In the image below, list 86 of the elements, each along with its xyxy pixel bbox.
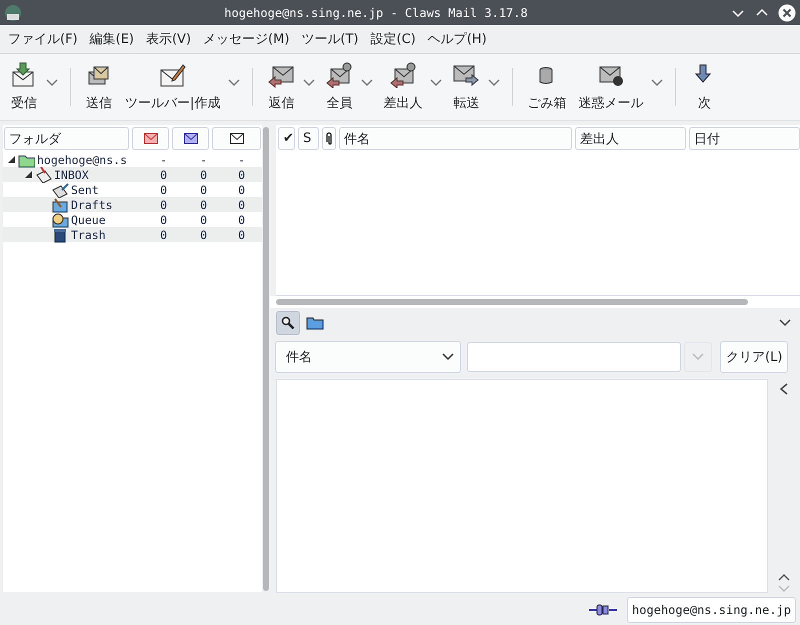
count-cell-text: -: [199, 152, 208, 166]
folder-name[interactable]: INBOX: [54, 168, 89, 182]
chevron-left-icon[interactable]: [779, 383, 789, 395]
caret-icon[interactable]: [651, 79, 664, 87]
column-header[interactable]: S: [298, 127, 319, 150]
menu-item[interactable]: ツール(T): [295, 30, 364, 48]
count-cell-text: 0: [199, 168, 208, 182]
count-cell-text: 0: [159, 198, 168, 212]
count-cell-text: 0: [199, 198, 208, 212]
plug-icon[interactable]: [589, 604, 618, 616]
count-cell-text: 0: [237, 198, 246, 212]
envelope-reply-icon: [325, 62, 354, 88]
caret-icon[interactable]: [303, 79, 316, 87]
paperclip-icon: [324, 132, 333, 145]
search-toggle-button[interactable]: [276, 311, 300, 335]
envelope-reply-icon: [388, 62, 417, 88]
chevron-down-icon: [442, 353, 454, 361]
toolbar-button[interactable]: ごみ箱: [521, 62, 572, 112]
count-cell-text: 0: [199, 182, 208, 196]
mail-icon: [230, 133, 244, 144]
column-header[interactable]: [322, 127, 336, 150]
close-button[interactable]: [778, 4, 796, 22]
column-header[interactable]: [172, 127, 209, 150]
menu-item[interactable]: 編集(E): [84, 30, 140, 48]
count-cell-text: 0: [159, 182, 168, 196]
count-cell-text: 0: [159, 228, 168, 242]
toolbar-button[interactable]: 差出人: [377, 62, 428, 112]
count-cell-text: 0: [159, 212, 168, 226]
column-header[interactable]: フォルダ: [4, 127, 129, 150]
folder-pencil-icon: [52, 196, 69, 212]
menu-item[interactable]: ファイル(F): [2, 30, 84, 48]
count-cell-text: 0: [159, 168, 168, 182]
menu-item[interactable]: ヘルプ(H): [422, 30, 493, 48]
caret-icon[interactable]: [46, 79, 58, 87]
folder-name[interactable]: Queue: [71, 212, 106, 226]
toolbar-button[interactable]: 迷惑メール: [572, 62, 650, 112]
clear-button[interactable]: クリア(L): [720, 341, 788, 373]
menu-item[interactable]: メッセージ(M): [197, 30, 296, 48]
window-title: hogehoge@ns.sing.ne.jp - Claws Mail 3.17.8: [223, 6, 529, 20]
expander-icon[interactable]: [8, 156, 15, 163]
expander-icon[interactable]: [25, 171, 32, 178]
scrollbar[interactable]: [263, 127, 269, 591]
search-type-dropdown[interactable]: 件名: [275, 341, 461, 373]
new-mail-icon: [144, 133, 158, 144]
chevron-down-icon: [692, 353, 704, 361]
envelope-pencil-icon: [158, 62, 187, 88]
toolbar-button[interactable]: 全員: [319, 62, 360, 112]
column-header[interactable]: [212, 127, 261, 150]
count-cell-text: 0: [237, 228, 246, 242]
menu-item[interactable]: 表示(V): [140, 30, 198, 48]
caret-icon[interactable]: [488, 79, 500, 87]
folder-name[interactable]: hogehoge@ns.s: [37, 152, 128, 166]
toolbar-button[interactable]: 次: [684, 62, 724, 112]
folder-name[interactable]: Drafts: [71, 198, 113, 212]
caret-icon[interactable]: [430, 79, 442, 87]
count-cell-text: 0: [199, 212, 208, 226]
folder-name[interactable]: Trash: [71, 228, 106, 242]
toolbar-button[interactable]: 送信: [79, 62, 119, 112]
account-label: hogehoge@ns.sing.ne.jp: [627, 597, 796, 623]
count-cell-text: 0: [237, 182, 246, 196]
trash-can-icon: [52, 226, 69, 242]
column-header[interactable]: ✔: [278, 127, 295, 150]
search-icon: [281, 316, 295, 330]
toolbar-button[interactable]: 受信: [4, 62, 44, 112]
column-header[interactable]: 日付: [689, 127, 800, 150]
caret-icon[interactable]: [228, 79, 240, 87]
menu-item[interactable]: 設定(C): [364, 30, 422, 48]
chevron-down-icon[interactable]: [778, 318, 792, 328]
toolbar-button[interactable]: 転送: [446, 62, 486, 112]
count-cell-text: 0: [237, 212, 246, 226]
count-cell-text: 0: [237, 168, 246, 182]
count-cell-text: -: [237, 152, 246, 166]
toolbar-button[interactable]: ツールバー|作成: [119, 62, 226, 112]
toolbar-button[interactable]: 返信: [261, 62, 302, 112]
column-header[interactable]: 件名: [338, 127, 572, 150]
search-field[interactable]: [467, 342, 681, 372]
caret-icon[interactable]: [361, 79, 374, 87]
app-icon: [4, 4, 22, 22]
column-header[interactable]: 差出人: [575, 127, 686, 150]
unread-mail-icon: [184, 133, 198, 144]
count-cell-text: 0: [199, 228, 208, 242]
folder-icon[interactable]: [306, 316, 324, 330]
scrollbar[interactable]: [276, 299, 748, 305]
count-cell-text: -: [159, 152, 168, 166]
chevron-up-icon[interactable]: [778, 573, 790, 581]
folder-name[interactable]: Sent: [71, 182, 99, 196]
